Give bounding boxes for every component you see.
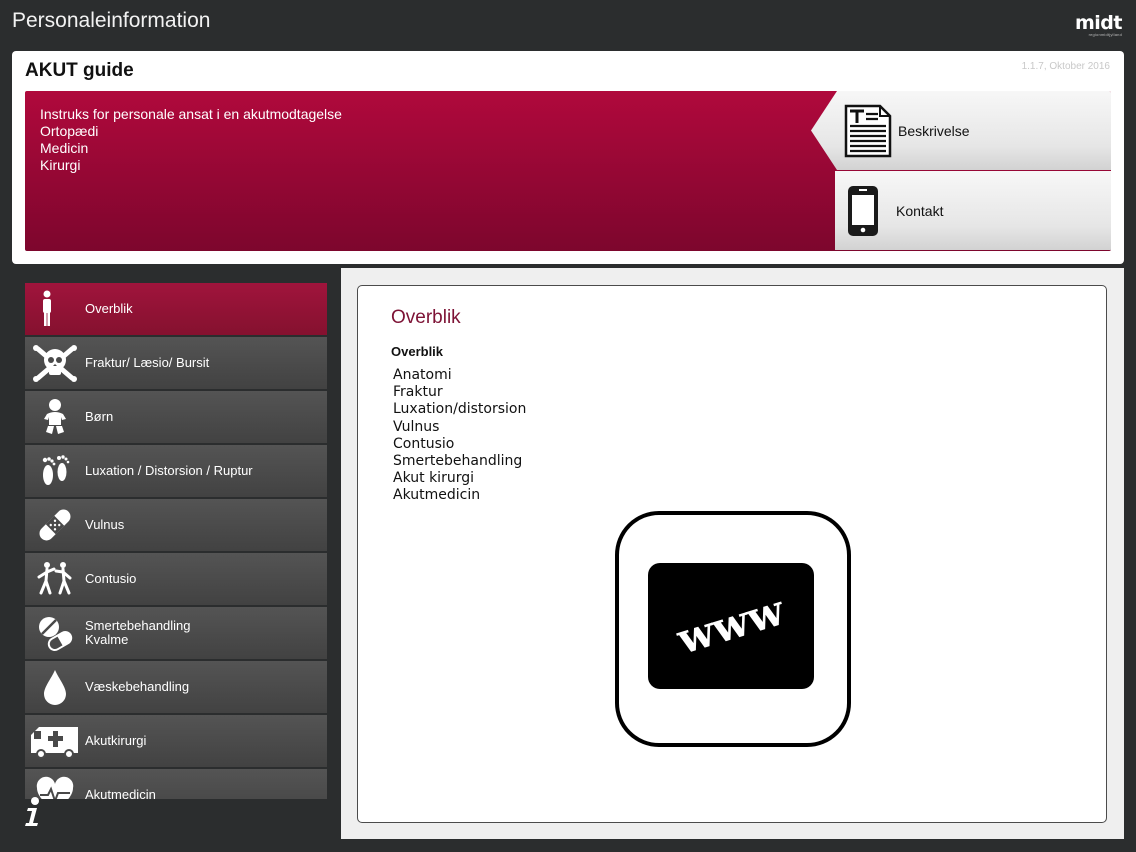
heart-pulse-icon <box>25 769 85 799</box>
content-subtitle: Overblik <box>391 344 444 359</box>
topic-link[interactable]: Luxation/distorsion <box>393 401 526 418</box>
sidebar-item-label: Luxation / Distorsion / Ruptur <box>85 463 253 478</box>
fighting-people-icon <box>25 553 85 605</box>
description-button[interactable]: Beskrivelse <box>811 91 1111 170</box>
banner-line: Kirurgi <box>40 157 81 173</box>
guide-title: AKUT guide <box>25 60 134 81</box>
phone-icon <box>848 186 878 236</box>
logo-wordmark: midt <box>1075 12 1123 34</box>
topic-link[interactable]: Anatomi <box>393 367 526 384</box>
header-card: AKUT guide 1.1.7, Oktober 2016 Instruks … <box>12 51 1124 264</box>
sidebar-item-vulnus[interactable]: Vulnus <box>25 499 327 551</box>
sidebar-item-akutmedicin[interactable]: Akutmedicin <box>25 769 327 799</box>
top-bar: Personaleinformation midt regionmidtjyll… <box>0 0 1136 46</box>
sidebar-item-label: Overblik <box>85 301 133 316</box>
sidebar-item-label: Contusio <box>85 571 137 586</box>
footprints-icon <box>25 445 85 497</box>
sidebar-item-overblik[interactable]: Overblik <box>25 283 327 335</box>
sidebar-item-akutkirurgi[interactable]: Akutkirurgi <box>25 715 327 767</box>
topic-link[interactable]: Smertebehandling <box>393 453 526 470</box>
app-title: Personaleinformation <box>12 9 211 32</box>
topic-link[interactable]: Vulnus <box>393 419 526 436</box>
banner-line: Instruks for personale ansat i en akutmo… <box>40 106 342 122</box>
sidebar-item-label: Akutmedicin <box>85 787 156 800</box>
intro-banner: Instruks for personale ansat i en akutmo… <box>25 91 1111 251</box>
ambulance-icon <box>25 715 85 767</box>
sidebar-item-label: Fraktur/ Læsio/ Bursit <box>85 355 210 370</box>
info-icon[interactable] <box>22 796 44 828</box>
skull-crossbones-icon <box>25 337 85 389</box>
midt-logo: midt regionmidtjylland <box>1075 12 1123 38</box>
sidebar-item-fraktur[interactable]: Fraktur/ Læsio/ Bursit <box>25 337 327 389</box>
sidebar-item-label: Væskebehandling <box>85 679 190 694</box>
sidebar-item-label: Vulnus <box>85 517 125 532</box>
sidebar-item-luxation[interactable]: Luxation / Distorsion / Ruptur <box>25 445 327 497</box>
banner-text: Instruks for personale ansat i en akutmo… <box>40 106 342 174</box>
contact-button[interactable]: Kontakt <box>835 171 1111 250</box>
topic-link[interactable]: Akutmedicin <box>393 487 526 504</box>
bandage-icon <box>25 499 85 551</box>
contact-label: Kontakt <box>896 203 944 219</box>
sidebar-nav: Overblik Fraktur/ Læsio/ Bursit Børn Lux… <box>25 283 327 799</box>
pills-icon <box>25 607 85 659</box>
topic-link[interactable]: Fraktur <box>393 384 526 401</box>
sidebar-item-label: Akutkirurgi <box>85 733 147 748</box>
document-icon <box>844 104 892 158</box>
baby-icon <box>25 391 85 443</box>
person-icon <box>25 283 85 335</box>
sidebar-item-label: Børn <box>85 409 114 424</box>
content-title: Overblik <box>391 307 461 328</box>
banner-line: Ortopædi <box>40 123 99 139</box>
sidebar-item-smertebehandling[interactable]: Smertebehandling Kvalme <box>25 607 327 659</box>
droplet-icon <box>25 661 85 713</box>
www-icon[interactable]: www <box>615 511 851 747</box>
sidebar-item-label: Smertebehandling Kvalme <box>85 618 191 647</box>
description-label: Beskrivelse <box>898 123 970 139</box>
topic-list: Anatomi Fraktur Luxation/distorsion Vuln… <box>393 367 526 505</box>
banner-line: Medicin <box>40 140 89 156</box>
version-label: 1.1.7, Oktober 2016 <box>1021 61 1110 72</box>
sidebar-item-born[interactable]: Børn <box>25 391 327 443</box>
content-card: Overblik Overblik Anatomi Fraktur Luxati… <box>357 285 1107 823</box>
topic-link[interactable]: Akut kirurgi <box>393 470 526 487</box>
content-panel: Overblik Overblik Anatomi Fraktur Luxati… <box>341 268 1124 839</box>
topic-link[interactable]: Contusio <box>393 436 526 453</box>
sidebar-item-vaeskebehandling[interactable]: Væskebehandling <box>25 661 327 713</box>
sidebar-item-contusio[interactable]: Contusio <box>25 553 327 605</box>
